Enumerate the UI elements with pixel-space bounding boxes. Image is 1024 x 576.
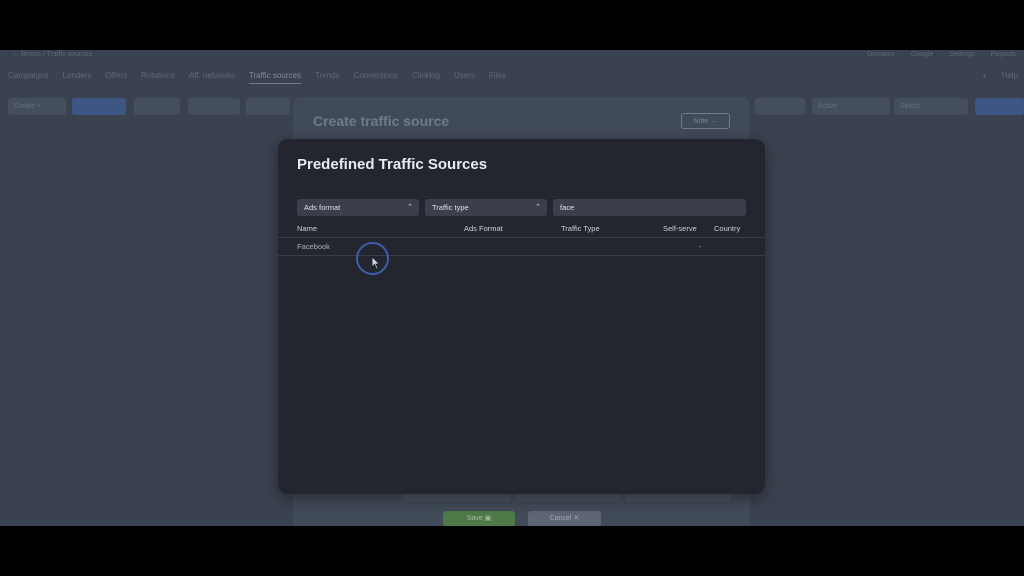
save-button[interactable]: Save ▣	[443, 511, 515, 526]
tab-aff-networks[interactable]: Aff. networks	[189, 71, 235, 84]
letterbox-top	[0, 0, 1024, 50]
row-self-serve: -	[699, 242, 702, 251]
ads-format-label: Ads format	[304, 203, 341, 212]
table-header: Name Ads Format Traffic Type Self-serve …	[297, 224, 746, 238]
nav-right: ◐ Help	[983, 71, 1018, 80]
status-filter[interactable]: Active	[812, 98, 890, 115]
help-link[interactable]: Help	[1002, 71, 1018, 80]
toolbar-button-3[interactable]	[134, 98, 180, 115]
note-button[interactable]: Note →	[681, 113, 730, 129]
search-input[interactable]	[553, 199, 746, 216]
cancel-button[interactable]: Cancel ✕	[528, 511, 601, 526]
col-name[interactable]: Name	[297, 224, 317, 233]
col-traffic-type[interactable]: Traffic Type	[561, 224, 600, 233]
tab-files[interactable]: Files	[489, 71, 506, 84]
toolbar-button-6[interactable]	[755, 98, 805, 115]
traffic-type-select[interactable]: Traffic type ⌃	[425, 199, 547, 216]
toolbar-button-9[interactable]	[975, 98, 1024, 115]
tab-offers[interactable]: Offers	[105, 71, 127, 84]
col-country[interactable]: Country	[714, 224, 740, 233]
row-name: Facebook	[297, 242, 330, 251]
tab-conversions[interactable]: Conversions	[354, 71, 398, 84]
modal-title: Predefined Traffic Sources	[297, 156, 488, 173]
create-panel-title: Create traffic source	[313, 113, 450, 129]
top-link-google[interactable]: Google	[911, 51, 934, 58]
top-link-domains[interactable]: Domains	[867, 51, 895, 58]
cancel-label: Cancel	[549, 515, 572, 522]
save-label: Save	[466, 515, 483, 522]
create-button[interactable]: Create +	[8, 98, 66, 115]
top-link-settings[interactable]: Settings	[949, 51, 974, 58]
tab-trends[interactable]: Trends	[315, 71, 340, 84]
close-icon: ✕	[573, 515, 580, 522]
tab-campaigns[interactable]: Campaigns	[8, 71, 48, 84]
breadcrumb[interactable]: ← Binom / Traffic sources	[12, 51, 92, 58]
save-icon: ▣	[484, 515, 492, 522]
select-filter[interactable]: Select	[894, 98, 968, 115]
predefined-sources-modal: Predefined Traffic Sources Ads format ⌃ …	[278, 139, 765, 494]
nav-tabs: Campaigns Landers Offers Rotations Aff. …	[8, 71, 506, 84]
col-ads-format[interactable]: Ads Format	[464, 224, 503, 233]
toolbar-button-5[interactable]	[246, 98, 290, 115]
mouse-pointer-icon	[371, 256, 381, 270]
top-bar: ← Binom / Traffic sources Domains Google…	[0, 50, 1024, 64]
theme-toggle-icon[interactable]: ◐	[983, 71, 988, 80]
chevron-up-icon: ⌃	[407, 204, 413, 211]
toolbar-button-2[interactable]	[72, 98, 126, 115]
main-nav: Campaigns Landers Offers Rotations Aff. …	[0, 68, 1024, 88]
tab-landers[interactable]: Landers	[62, 71, 91, 84]
table-row[interactable]: Facebook -	[278, 238, 765, 255]
chevron-up-icon: ⌃	[535, 204, 541, 211]
top-links: Domains Google Settings Payouts	[867, 51, 1016, 58]
col-self-serve[interactable]: Self-serve	[663, 224, 697, 233]
row-divider	[278, 255, 765, 256]
top-link-payouts[interactable]: Payouts	[991, 51, 1016, 58]
tab-rotations[interactable]: Rotations	[141, 71, 175, 84]
tab-traffic-sources[interactable]: Traffic sources	[248, 71, 301, 84]
traffic-type-label: Traffic type	[432, 203, 469, 212]
letterbox-bottom	[0, 526, 1024, 576]
toolbar-button-4[interactable]	[188, 98, 240, 115]
ads-format-select[interactable]: Ads format ⌃	[297, 199, 419, 216]
tab-users[interactable]: Users	[454, 71, 475, 84]
tab-clicklog[interactable]: Clicklog	[412, 71, 440, 84]
